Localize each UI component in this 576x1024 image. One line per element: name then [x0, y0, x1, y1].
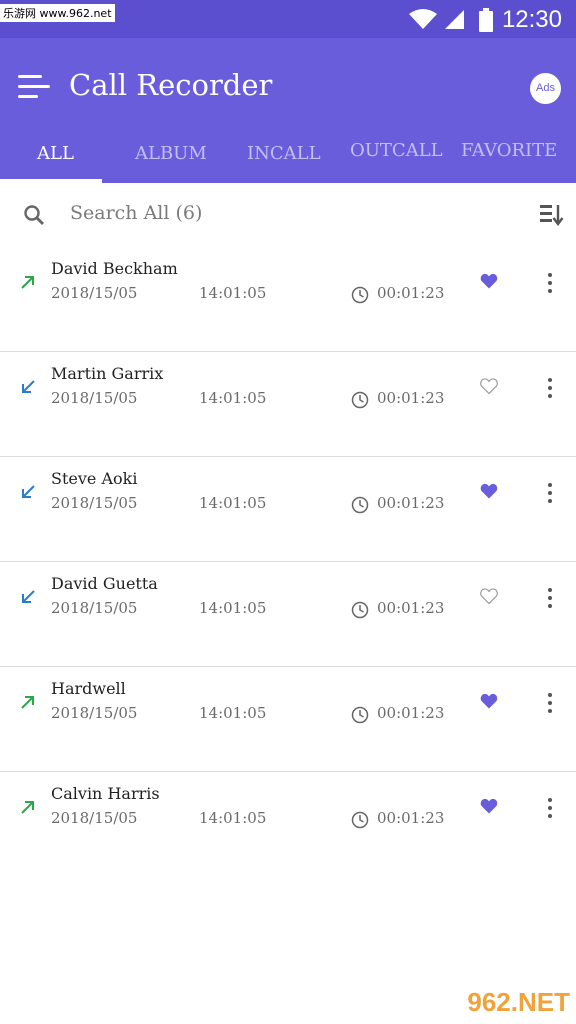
menu-icon-line — [18, 85, 50, 88]
call-row[interactable]: Martin Garrix 2018/15/05 14:01:05 00:01:… — [0, 352, 576, 457]
search-icon[interactable] — [22, 203, 46, 227]
tab-all[interactable]: ALL — [37, 143, 74, 164]
menu-icon-line — [18, 95, 38, 98]
app-title: Call Recorder — [69, 68, 273, 102]
call-row[interactable]: Calvin Harris 2018/15/05 14:01:05 00:01:… — [0, 772, 576, 876]
more-options-button[interactable] — [540, 376, 560, 400]
clock-icon — [351, 706, 369, 724]
signal-icon — [445, 10, 464, 29]
battery-icon — [479, 8, 493, 32]
call-duration: 00:01:23 — [377, 494, 445, 512]
favorite-filled-icon[interactable] — [479, 691, 499, 711]
status-time: 12:30 — [501, 6, 562, 33]
sort-icon[interactable] — [538, 203, 564, 227]
tab-album[interactable]: ALBUM — [135, 143, 207, 164]
more-options-button[interactable] — [540, 796, 560, 820]
call-date: 2018/15/05 — [51, 599, 138, 617]
menu-button[interactable] — [18, 73, 52, 101]
incoming-call-icon — [22, 485, 35, 498]
call-time: 14:01:05 — [199, 389, 267, 407]
call-date: 2018/15/05 — [51, 704, 138, 722]
caller-name: Steve Aoki — [51, 469, 138, 488]
outgoing-call-icon — [21, 276, 34, 289]
call-duration: 00:01:23 — [377, 704, 445, 722]
app-bar: Call Recorder Ads ALL ALBUM INCALL OUTCA… — [0, 38, 576, 183]
favorite-outline-icon[interactable] — [479, 376, 499, 396]
clock-icon — [351, 811, 369, 829]
watermark-bottom: 962.NET — [467, 987, 570, 1017]
call-time: 14:01:05 — [199, 704, 267, 722]
watermark-top: 乐游网 www.962.net — [0, 4, 115, 22]
search-bar[interactable]: Search All (6) — [0, 183, 576, 247]
search-input[interactable]: Search All (6) — [70, 202, 202, 224]
call-row[interactable]: Hardwell 2018/15/05 14:01:05 00:01:23 — [0, 667, 576, 772]
call-duration: 00:01:23 — [377, 599, 445, 617]
status-bar: 乐游网 www.962.net 12:30 — [0, 0, 576, 38]
clock-icon — [351, 496, 369, 514]
call-duration: 00:01:23 — [377, 809, 445, 827]
call-duration: 00:01:23 — [377, 284, 445, 302]
caller-name: David Beckham — [51, 259, 178, 278]
call-row[interactable]: Steve Aoki 2018/15/05 14:01:05 00:01:23 — [0, 457, 576, 562]
call-date: 2018/15/05 — [51, 389, 138, 407]
more-options-button[interactable] — [540, 271, 560, 295]
tab-outcall[interactable]: OUTCALL — [350, 140, 443, 161]
clock-icon — [351, 391, 369, 409]
caller-name: Martin Garrix — [51, 364, 164, 383]
call-time: 14:01:05 — [199, 284, 267, 302]
tab-favorite[interactable]: FAVORITE — [461, 140, 557, 161]
call-list: David Beckham 2018/15/05 14:01:05 00:01:… — [0, 247, 576, 876]
call-time: 14:01:05 — [199, 809, 267, 827]
tab-incall[interactable]: INCALL — [247, 143, 321, 164]
favorite-outline-icon[interactable] — [479, 586, 499, 606]
call-row[interactable]: David Guetta 2018/15/05 14:01:05 00:01:2… — [0, 562, 576, 667]
call-date: 2018/15/05 — [51, 809, 138, 827]
call-row[interactable]: David Beckham 2018/15/05 14:01:05 00:01:… — [0, 247, 576, 352]
more-options-button[interactable] — [540, 691, 560, 715]
wifi-icon — [409, 9, 437, 29]
caller-name: Hardwell — [51, 679, 126, 698]
more-options-button[interactable] — [540, 481, 560, 505]
outgoing-call-icon — [21, 696, 34, 709]
call-date: 2018/15/05 — [51, 494, 138, 512]
incoming-call-icon — [22, 380, 35, 393]
favorite-filled-icon[interactable] — [479, 796, 499, 816]
caller-name: David Guetta — [51, 574, 158, 593]
clock-icon — [351, 601, 369, 619]
call-time: 14:01:05 — [199, 494, 267, 512]
outgoing-call-icon — [21, 801, 34, 814]
clock-icon — [351, 286, 369, 304]
favorite-filled-icon[interactable] — [479, 271, 499, 291]
call-duration: 00:01:23 — [377, 389, 445, 407]
favorite-filled-icon[interactable] — [479, 481, 499, 501]
call-time: 14:01:05 — [199, 599, 267, 617]
menu-icon — [18, 75, 42, 78]
ads-button[interactable]: Ads — [530, 73, 561, 104]
incoming-call-icon — [22, 590, 35, 603]
more-options-button[interactable] — [540, 586, 560, 610]
call-date: 2018/15/05 — [51, 284, 138, 302]
caller-name: Calvin Harris — [51, 784, 160, 803]
